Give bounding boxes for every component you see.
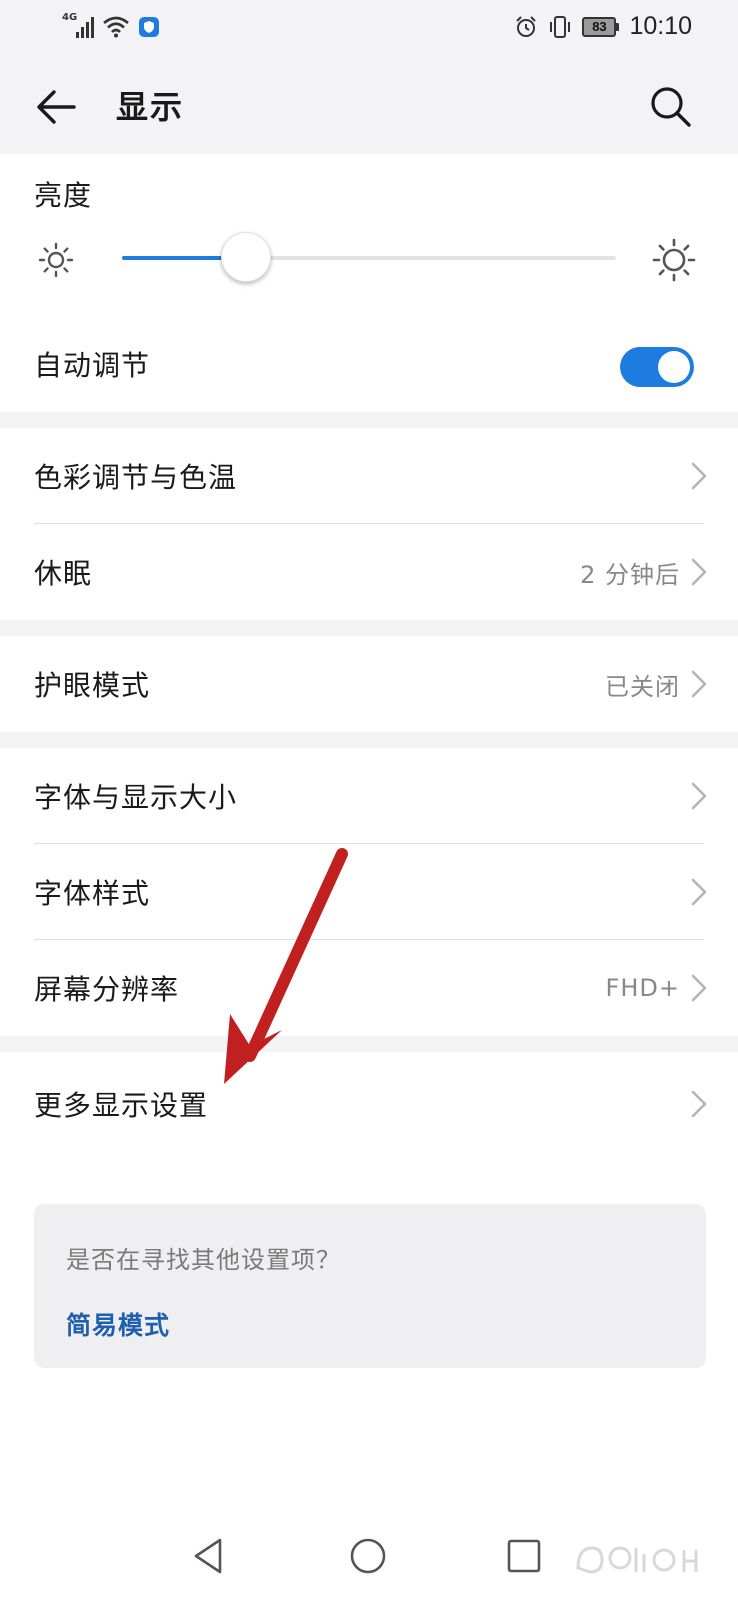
item-label: 休眠 (34, 557, 93, 590)
chevron-right-icon (691, 974, 707, 1002)
network-type-label: 4G (62, 12, 78, 23)
suggestion-question: 是否在寻找其他设置项？ (66, 1246, 341, 1274)
chevron-right-icon (691, 1090, 707, 1118)
chevron-right-icon (691, 558, 707, 586)
circle-home-icon[interactable] (346, 1534, 390, 1578)
settings-item-eye-comfort[interactable]: 护眼模式 已关闭 (0, 636, 738, 732)
color-sleep-section: 色彩调节与色温 休眠 2 分钟后 (0, 428, 738, 620)
eye-care-section: 护眼模式 已关闭 (0, 636, 738, 732)
auto-adjust-label: 自动调节 (34, 349, 151, 382)
status-bar: 4G 83 10:10 (0, 0, 738, 58)
battery-level: 83 (582, 16, 617, 37)
brightness-low-icon (38, 242, 74, 278)
app-header: 显示 (0, 58, 738, 154)
settings-item-color-temperature[interactable]: 色彩调节与色温 (0, 428, 738, 524)
chevron-right-icon (691, 878, 707, 906)
brightness-high-icon (652, 238, 696, 282)
simple-mode-link[interactable]: 简易模式 (66, 1306, 170, 1342)
settings-item-more-display[interactable]: 更多显示设置 (0, 1052, 738, 1156)
suggestion-card: 是否在寻找其他设置项？ 简易模式 (34, 1204, 706, 1368)
baidu-watermark-logo (576, 1546, 698, 1574)
chevron-right-icon (691, 462, 707, 490)
battery-icon: 83 (582, 16, 620, 37)
triangle-back-icon[interactable] (188, 1534, 232, 1578)
item-value: 已关闭 (605, 672, 680, 701)
item-label: 屏幕分辨率 (34, 973, 180, 1006)
settings-item-font-style[interactable]: 字体样式 (0, 844, 738, 940)
item-label: 护眼模式 (34, 669, 151, 702)
item-label: 更多显示设置 (34, 1089, 209, 1122)
brightness-section: 亮度 自动调节 (0, 154, 738, 412)
font-resolution-section: 字体与显示大小 字体样式 屏幕分辨率 FHD+ (0, 748, 738, 1036)
auto-adjust-toggle[interactable] (620, 347, 694, 387)
brightness-slider[interactable] (122, 232, 616, 282)
clock: 10:10 (629, 12, 692, 40)
settings-item-font-display-size[interactable]: 字体与显示大小 (0, 748, 738, 844)
toggle-knob (658, 351, 690, 383)
settings-item-sleep[interactable]: 休眠 2 分钟后 (0, 524, 738, 620)
page-title: 显示 (116, 88, 185, 126)
settings-item-screen-resolution[interactable]: 屏幕分辨率 FHD+ (0, 940, 738, 1036)
cellular-signal-icon: 4G (62, 12, 94, 40)
alarm-icon (516, 15, 537, 37)
chevron-right-icon (691, 670, 707, 698)
item-value: 2 分钟后 (580, 560, 680, 589)
item-label: 字体与显示大小 (34, 781, 238, 814)
status-bar-right: 83 10:10 (514, 12, 692, 41)
shield-icon (139, 17, 159, 37)
item-label: 色彩调节与色温 (34, 461, 238, 494)
square-recents-icon[interactable] (502, 1534, 546, 1578)
wifi-icon (103, 16, 129, 38)
arrow-left-icon[interactable] (34, 84, 80, 130)
brightness-slider-thumb[interactable] (220, 232, 271, 282)
item-label: 字体样式 (34, 877, 151, 910)
item-value: FHD+ (605, 974, 680, 1002)
chevron-right-icon (691, 782, 707, 810)
brightness-title: 亮度 (34, 179, 93, 212)
vibrate-icon (550, 15, 571, 38)
status-bar-left: 4G (62, 12, 160, 40)
search-icon[interactable] (648, 84, 694, 130)
auto-adjust-row: 自动调节 (0, 316, 738, 412)
